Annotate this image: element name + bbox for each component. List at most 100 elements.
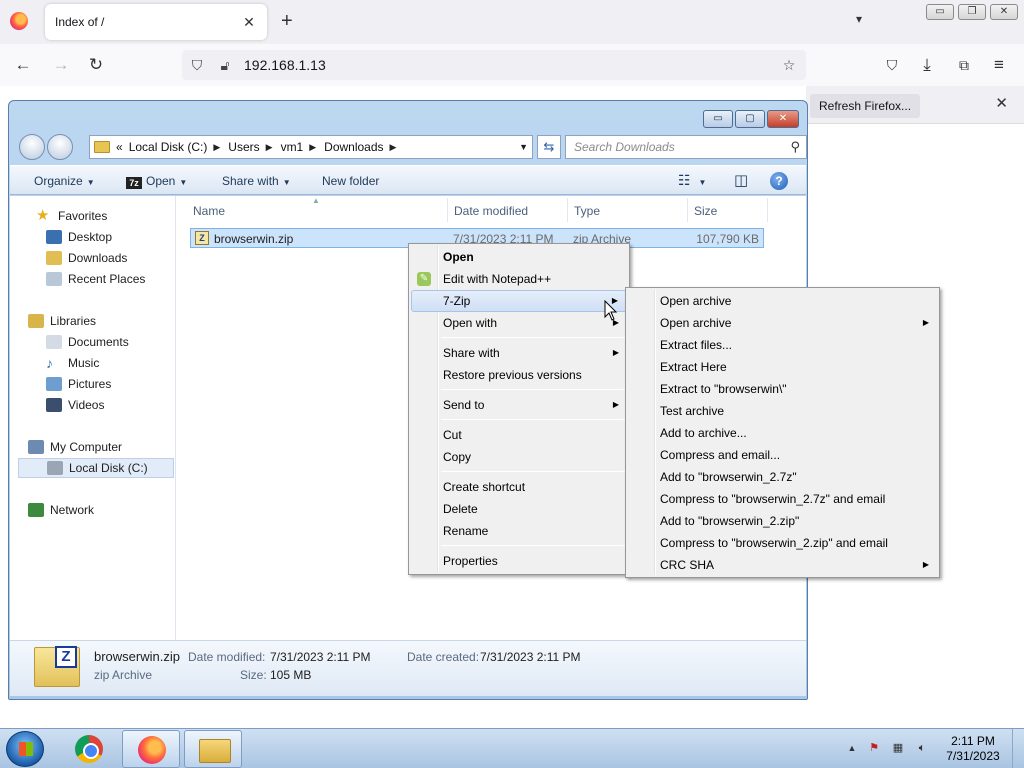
new-tab-button[interactable]: + — [281, 11, 293, 31]
notice-close-icon[interactable]: ✕ — [995, 94, 1008, 112]
column-separator[interactable] — [767, 198, 768, 222]
action-center-flag-icon[interactable]: ⚑ — [867, 741, 881, 755]
submenu-item-extract-here[interactable]: Extract Here — [628, 356, 937, 378]
restore-button[interactable]: ❐ — [958, 4, 986, 20]
breadcrumb-arrow-icon[interactable]: ▶ — [266, 142, 273, 153]
submenu-item-add-7z[interactable]: Add to "browserwin_2.7z" — [628, 466, 937, 488]
explorer-minimize-button[interactable]: ▭ — [703, 110, 733, 128]
extensions-icon[interactable]: ⧉ — [953, 54, 975, 76]
search-icon[interactable]: ⚲ — [790, 139, 800, 155]
volume-muted-icon[interactable]: 🔈︎ — [915, 741, 929, 755]
open-button[interactable]: 7z Open ▼ — [126, 174, 187, 189]
menu-item-share-with[interactable]: Share with ▶ — [411, 342, 627, 364]
menu-item-edit-notepad[interactable]: ✎ Edit with Notepad++ — [411, 268, 627, 290]
menu-item-copy[interactable]: Copy — [411, 446, 627, 468]
explorer-maximize-button[interactable]: ▢ — [735, 110, 765, 128]
submenu-item-open-archive[interactable]: Open archive — [628, 290, 937, 312]
column-separator[interactable] — [687, 198, 688, 222]
submenu-item-extract-files[interactable]: Extract files... — [628, 334, 937, 356]
list-all-tabs-icon[interactable]: ▾ — [856, 12, 862, 26]
close-button[interactable]: ✕ — [990, 4, 1018, 20]
search-input[interactable]: Search Downloads ⚲ — [565, 135, 807, 159]
nav-documents[interactable]: Documents — [46, 332, 129, 352]
new-folder-button[interactable]: New folder — [322, 174, 379, 188]
nav-desktop[interactable]: Desktop — [46, 227, 112, 247]
menu-item-7zip[interactable]: 7-Zip ▶ — [411, 290, 627, 312]
organize-button[interactable]: Organize ▼ — [34, 174, 95, 188]
submenu-item-add-zip[interactable]: Add to "browserwin_2.zip" — [628, 510, 937, 532]
submenu-item-open-archive-type[interactable]: Open archive ▶ — [628, 312, 937, 334]
column-separator[interactable] — [447, 198, 448, 222]
address-dropdown-icon[interactable]: ▼ — [519, 142, 528, 152]
submenu-item-compress-email[interactable]: Compress and email... — [628, 444, 937, 466]
menu-item-cut[interactable]: Cut — [411, 424, 627, 446]
submenu-item-compress-7z-email[interactable]: Compress to "browserwin_2.7z" and email — [628, 488, 937, 510]
submenu-item-compress-zip-email[interactable]: Compress to "browserwin_2.zip" and email — [628, 532, 937, 554]
explorer-forward-icon[interactable] — [47, 134, 73, 160]
network-tray-icon[interactable]: ▦ — [891, 741, 905, 755]
menu-icon[interactable]: ≡ — [988, 54, 1010, 76]
menu-item-open[interactable]: Open — [411, 246, 627, 268]
menu-item-open-with[interactable]: Open with ▶ — [411, 312, 627, 334]
column-header-size[interactable]: Size — [694, 204, 717, 218]
nav-favorites[interactable]: ★ Favorites — [36, 206, 107, 226]
taskbar-chrome[interactable] — [60, 730, 118, 768]
tab-close-icon[interactable]: ✕ — [241, 14, 257, 31]
menu-item-create-shortcut[interactable]: Create shortcut — [411, 476, 627, 498]
breadcrumb-users[interactable]: Users — [228, 140, 259, 154]
nav-videos[interactable]: Videos — [46, 395, 104, 415]
breadcrumb-vm1[interactable]: vm1 — [281, 140, 304, 154]
refresh-firefox-button[interactable]: Refresh Firefox... — [810, 94, 921, 118]
bookmark-star-icon[interactable]: ☆ — [780, 56, 798, 74]
menu-item-restore-previous[interactable]: Restore previous versions — [411, 364, 627, 386]
nav-my-computer[interactable]: My Computer — [28, 437, 122, 457]
menu-item-rename[interactable]: Rename — [411, 520, 627, 542]
nav-pictures[interactable]: Pictures — [46, 374, 111, 394]
show-hidden-icons-icon[interactable]: ▲ — [845, 741, 859, 755]
submenu-item-crc-sha[interactable]: CRC SHA ▶ — [628, 554, 937, 576]
forward-icon[interactable]: → — [50, 54, 72, 76]
insecure-lock-icon[interactable]: 🔓︎ — [216, 56, 234, 74]
breadcrumb-overflow[interactable]: « — [116, 140, 123, 154]
explorer-refresh-icon[interactable]: ⇆ — [537, 135, 561, 159]
view-options-icon[interactable]: ☷ ▼ — [678, 172, 706, 189]
column-header-type[interactable]: Type — [574, 204, 600, 218]
submenu-item-add-to-archive[interactable]: Add to archive... — [628, 422, 937, 444]
browser-tab-index[interactable]: Index of / ✕ — [45, 4, 267, 40]
taskbar-explorer[interactable] — [184, 730, 242, 768]
address-bar[interactable]: « Local Disk (C:) ▶ Users ▶ vm1 ▶ Downlo… — [89, 135, 533, 159]
pocket-icon[interactable]: ⛉ — [881, 54, 903, 76]
menu-item-send-to[interactable]: Send to ▶ — [411, 394, 627, 416]
column-header-name[interactable]: Name — [193, 204, 225, 218]
explorer-back-icon[interactable] — [19, 134, 45, 160]
nav-music[interactable]: ♪ Music — [46, 353, 99, 373]
column-separator[interactable] — [567, 198, 568, 222]
start-button[interactable] — [6, 731, 44, 767]
nav-network[interactable]: Network — [28, 500, 94, 520]
taskbar-firefox[interactable] — [122, 730, 180, 768]
downloads-icon[interactable]: ⤓ — [916, 54, 938, 76]
submenu-item-extract-to[interactable]: Extract to "browserwin\" — [628, 378, 937, 400]
preview-pane-icon[interactable]: ◫ — [734, 171, 748, 189]
column-header-date-modified[interactable]: Date modified — [454, 204, 528, 218]
firefox-icon[interactable] — [10, 12, 28, 30]
nav-local-disk[interactable]: Local Disk (C:) — [18, 458, 174, 478]
submenu-item-test-archive[interactable]: Test archive — [628, 400, 937, 422]
back-icon[interactable]: ← — [12, 54, 34, 76]
shield-icon[interactable]: ⛉ — [188, 56, 206, 74]
share-with-button[interactable]: Share with ▼ — [222, 174, 291, 188]
nav-libraries[interactable]: Libraries — [28, 311, 96, 331]
minimize-button[interactable]: ▭ — [926, 4, 954, 20]
url-bar[interactable]: ⛉ 🔓︎ 192.168.1.13 ☆ — [182, 50, 806, 80]
menu-item-properties[interactable]: Properties — [411, 550, 627, 572]
nav-downloads[interactable]: Downloads — [46, 248, 127, 268]
url-text[interactable]: 192.168.1.13 — [244, 57, 326, 73]
explorer-close-button[interactable]: ✕ — [767, 110, 799, 128]
show-desktop-button[interactable] — [1012, 729, 1024, 768]
breadcrumb-arrow-icon[interactable]: ▶ — [390, 142, 397, 153]
menu-item-delete[interactable]: Delete — [411, 498, 627, 520]
reload-icon[interactable]: ↻ — [85, 54, 107, 76]
breadcrumb-arrow-icon[interactable]: ▶ — [309, 142, 316, 153]
breadcrumb-downloads[interactable]: Downloads — [324, 140, 383, 154]
help-icon[interactable]: ? — [770, 172, 788, 190]
